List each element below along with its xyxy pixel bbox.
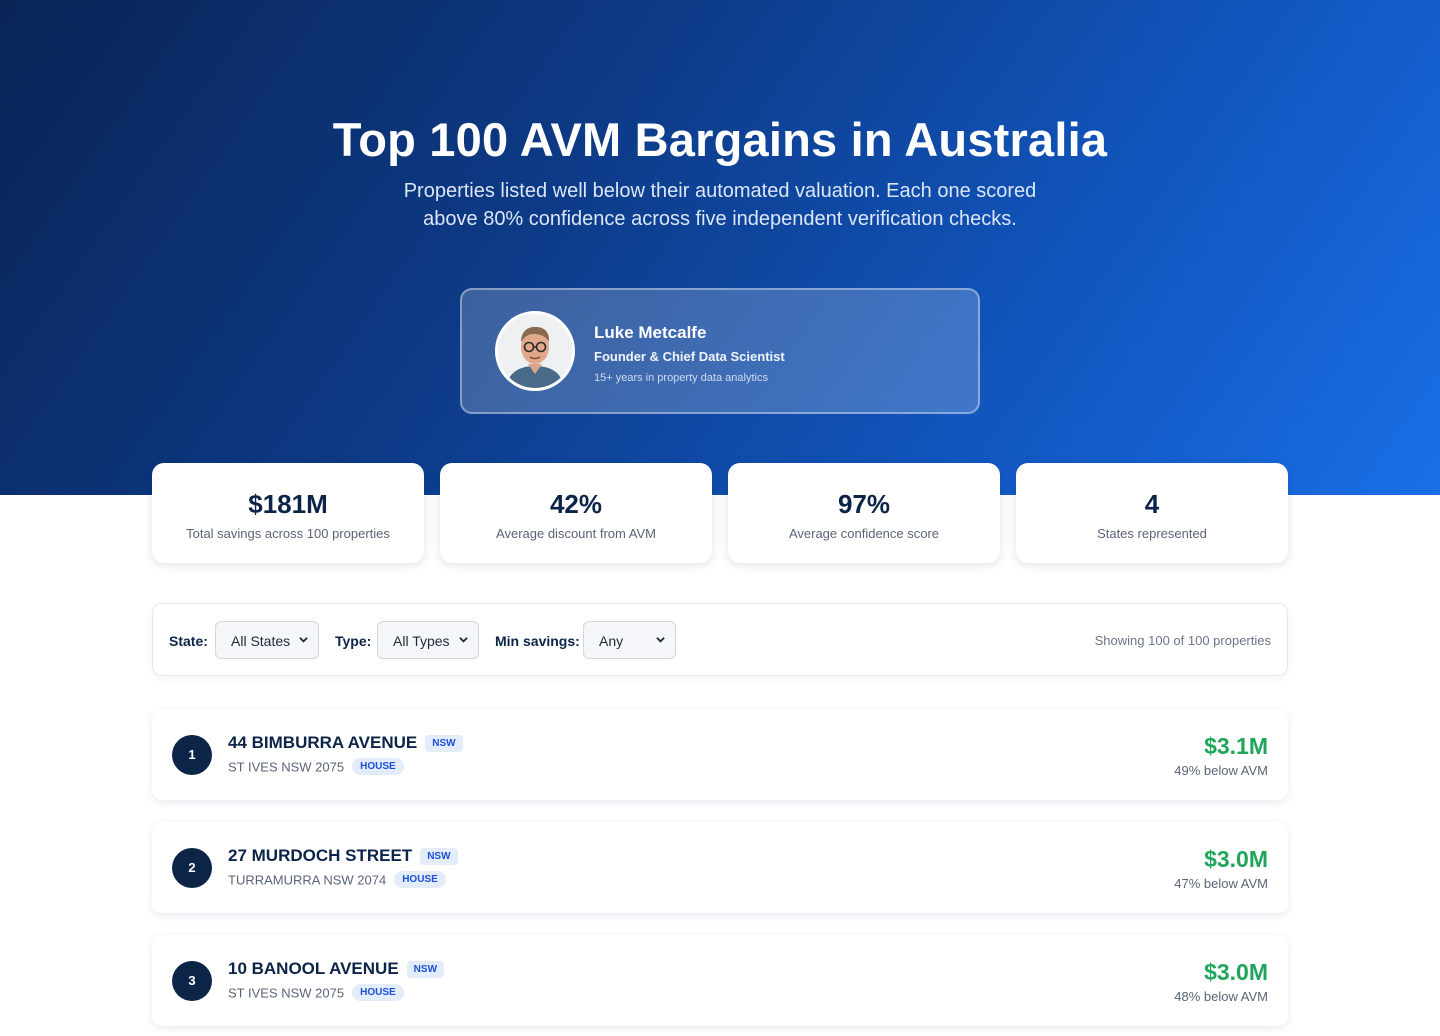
stat-label: States represented: [1097, 526, 1207, 541]
rank-badge: 1: [172, 735, 212, 775]
stat-value: 4: [1144, 489, 1160, 519]
chevron-down-icon: [459, 637, 468, 643]
stat-label: Total savings across 100 properties: [186, 526, 390, 541]
discount-text: 49% below AVM: [1174, 763, 1268, 778]
rank-badge: 2: [172, 848, 212, 888]
stat-value: $181M: [248, 489, 328, 519]
person-photo-icon: [498, 314, 572, 388]
savings-amount: $3.0M: [1204, 959, 1268, 985]
author-role: Founder & Chief Data Scientist: [594, 349, 785, 364]
min-savings-filter-label: Min savings:: [495, 633, 580, 649]
author-name: Luke Metcalfe: [594, 323, 707, 342]
property-row[interactable]: 1 44 BIMBURRA AVENUE NSW ST IVES NSW 2075…: [152, 709, 1288, 800]
property-suburb: ST IVES NSW 2075: [228, 985, 345, 1001]
filter-bar: State: All States Type: All Types Min sa…: [152, 603, 1288, 676]
property-row[interactable]: 2 27 MURDOCH STREET NSW TURRAMURRA NSW 20…: [152, 822, 1288, 913]
property-type-badge: HOUSE: [394, 871, 446, 889]
state-badge: NSW: [420, 847, 458, 865]
chevron-down-icon: [299, 637, 308, 643]
state-badge: NSW: [406, 960, 445, 978]
stat-card-states: 4 States represented: [1016, 463, 1288, 563]
state-filter-label: State:: [169, 633, 208, 649]
property-address: 10 BANOOL AVENUE: [228, 959, 399, 978]
author-card: Luke Metcalfe Founder & Chief Data Scien…: [460, 288, 980, 414]
results-count: Showing 100 of 100 properties: [1094, 633, 1271, 648]
property-type-badge: HOUSE: [352, 984, 404, 1002]
author-experience: 15+ years in property data analytics: [594, 372, 768, 384]
stat-card-total-savings: $181M Total savings across 100 propertie…: [152, 463, 424, 563]
stat-card-confidence: 97% Average confidence score: [728, 463, 1000, 563]
savings-amount: $3.0M: [1204, 846, 1268, 872]
state-select[interactable]: All States: [215, 621, 319, 659]
state-select-value: All States: [231, 633, 291, 649]
author-avatar: [495, 311, 575, 391]
page-subtitle: Properties listed well below their autom…: [403, 180, 1037, 230]
property-suburb: ST IVES NSW 2075: [228, 759, 345, 775]
page-title: Top 100 AVM Bargains in Australia: [332, 113, 1108, 166]
property-address: 27 MURDOCH STREET: [228, 846, 413, 865]
property-row[interactable]: 3 10 BANOOL AVENUE NSW ST IVES NSW 2075 HO…: [152, 935, 1288, 1026]
property-address: 44 BIMBURRA AVENUE: [228, 733, 418, 752]
discount-text: 47% below AVM: [1174, 876, 1268, 891]
stat-value: 97%: [837, 489, 891, 519]
savings-amount: $3.1M: [1204, 733, 1268, 759]
stat-label: Average discount from AVM: [496, 526, 656, 541]
type-filter-label: Type:: [335, 633, 372, 649]
stat-value: 42%: [549, 489, 603, 519]
discount-text: 48% below AVM: [1174, 989, 1268, 1004]
property-type-badge: HOUSE: [352, 758, 404, 776]
min-savings-select-value: Any: [599, 633, 624, 649]
stat-label: Average confidence score: [788, 526, 940, 541]
stat-card-average-discount: 42% Average discount from AVM: [440, 463, 712, 563]
type-select-value: All Types: [393, 633, 450, 649]
min-savings-select[interactable]: Any: [583, 621, 676, 659]
type-select[interactable]: All Types: [377, 621, 479, 659]
property-suburb: TURRAMURRA NSW 2074: [228, 872, 387, 888]
state-badge: NSW: [425, 734, 463, 752]
rank-badge: 3: [172, 961, 212, 1001]
hero-banner: Top 100 AVM Bargains in Australia Proper…: [0, 0, 1440, 495]
chevron-down-icon: [656, 637, 665, 643]
